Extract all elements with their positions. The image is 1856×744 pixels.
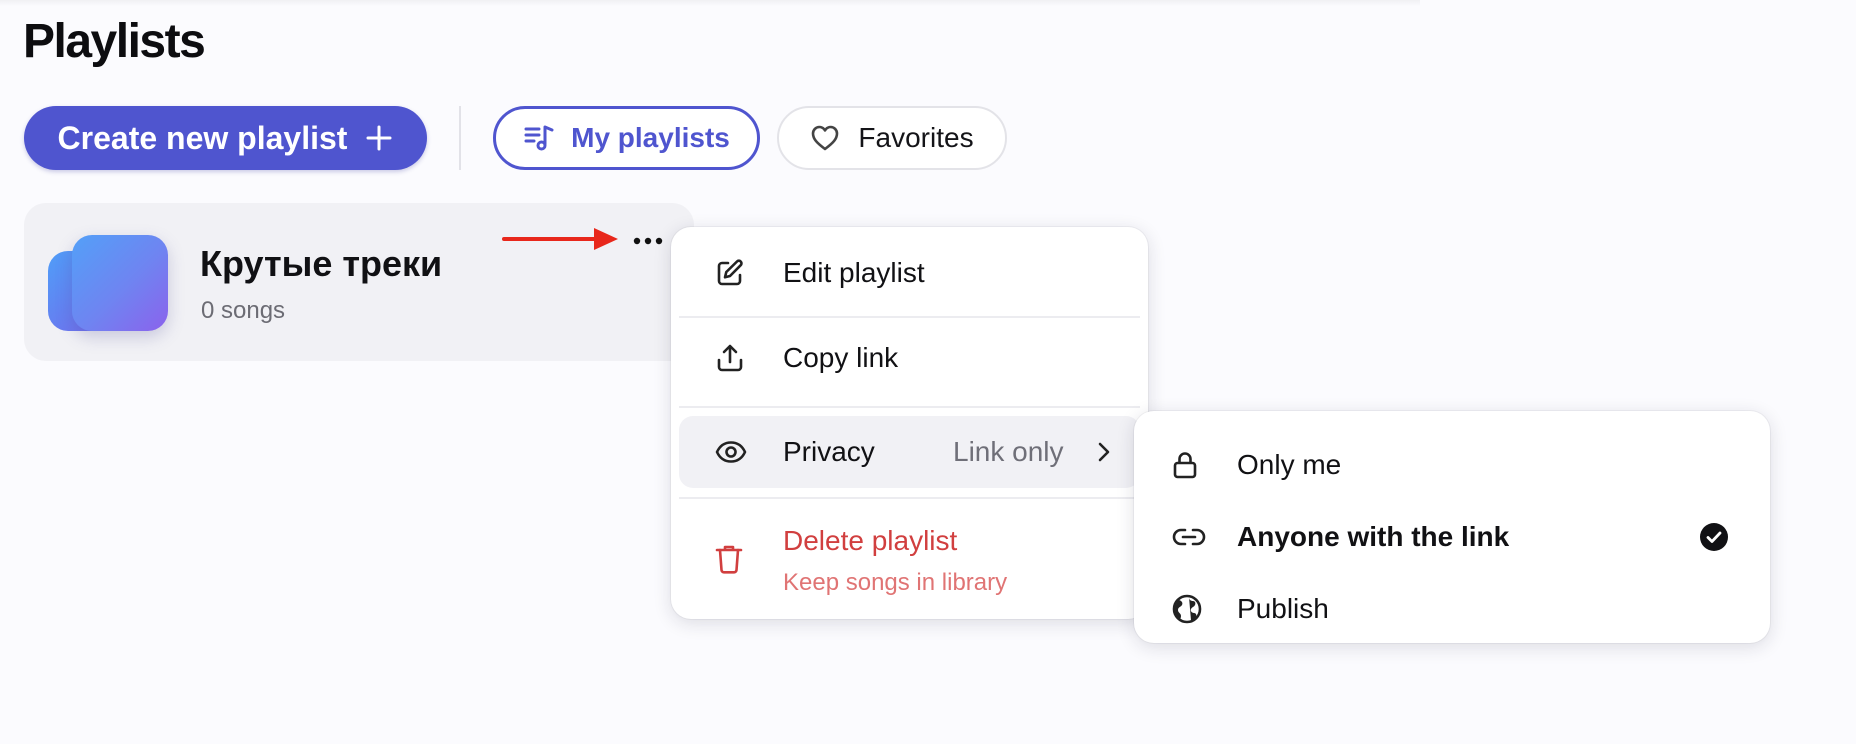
anyone-with-link-label: Anyone with the link — [1237, 521, 1510, 552]
menu-divider — [679, 406, 1140, 408]
menu-item-copy-link[interactable]: Copy link — [679, 320, 1140, 396]
page-title: Playlists — [23, 15, 206, 68]
heart-icon — [810, 124, 840, 152]
more-options-button[interactable] — [626, 226, 670, 256]
plus-icon — [365, 124, 393, 152]
tab-my-playlists-label: My playlists — [571, 122, 730, 153]
create-playlist-label: Create new playlist — [57, 119, 348, 156]
privacy-option-publish[interactable]: Publish — [1134, 574, 1770, 644]
menu-item-privacy[interactable]: Privacy Link only — [679, 416, 1140, 488]
more-dots-icon — [633, 237, 663, 245]
delete-playlist-label: Delete playlist — [783, 525, 958, 556]
menu-item-delete-playlist[interactable]: Delete playlist Keep songs in library — [679, 507, 1140, 611]
tab-favorites[interactable]: Favorites — [777, 106, 1007, 170]
delete-playlist-sublabel: Keep songs in library — [783, 569, 1008, 596]
check-circle-icon — [1699, 522, 1729, 552]
playlist-title: Крутые треки — [200, 243, 443, 284]
menu-item-edit-playlist[interactable]: Edit playlist — [679, 235, 1140, 311]
edit-icon — [715, 258, 745, 288]
eye-icon — [715, 440, 747, 464]
playlist-cover — [72, 235, 168, 331]
privacy-option-only-me[interactable]: Only me — [1134, 430, 1770, 500]
tab-favorites-label: Favorites — [858, 122, 974, 153]
top-edge — [0, 0, 1420, 6]
annotation-arrow — [502, 224, 620, 254]
lock-icon — [1172, 450, 1198, 480]
tab-my-playlists[interactable]: My playlists — [493, 106, 760, 170]
only-me-label: Only me — [1237, 449, 1342, 480]
menu-divider — [679, 316, 1140, 318]
playlist-song-count: 0 songs — [201, 297, 286, 324]
chevron-right-icon — [1097, 441, 1111, 463]
privacy-option-anyone-with-link[interactable]: Anyone with the link — [1134, 502, 1770, 572]
playlist-context-menu: Edit playlist Copy link Privacy Link onl… — [671, 227, 1148, 619]
globe-icon — [1172, 594, 1202, 624]
privacy-current-value: Link only — [953, 436, 1064, 467]
publish-label: Publish — [1237, 593, 1329, 624]
create-playlist-button[interactable]: Create new playlist — [24, 106, 427, 170]
share-icon — [715, 343, 745, 373]
privacy-label: Privacy — [783, 436, 875, 467]
edit-playlist-label: Edit playlist — [783, 257, 925, 288]
toolbar-divider — [459, 106, 461, 170]
music-list-icon — [523, 122, 555, 154]
menu-divider — [679, 497, 1140, 499]
trash-icon — [715, 543, 743, 575]
copy-link-label: Copy link — [783, 342, 899, 373]
privacy-submenu: Only me Anyone with the link Publish — [1134, 411, 1770, 643]
link-icon — [1172, 527, 1206, 547]
